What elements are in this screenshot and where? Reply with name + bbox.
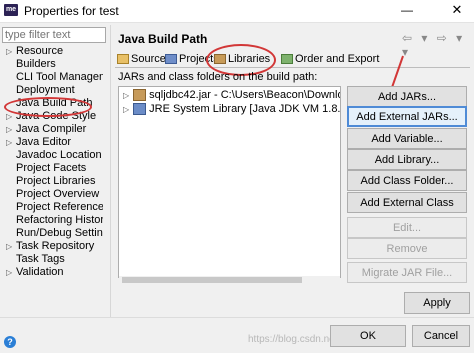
tree-horizontal-scrollbar[interactable]	[119, 276, 340, 284]
nav-item-label: Run/Debug Settings	[16, 227, 103, 239]
nav-item[interactable]: Task Tags	[6, 253, 103, 266]
title-bar: me Properties for test — ✕	[0, 0, 474, 23]
action-button[interactable]: Remove	[347, 238, 467, 259]
window-title: Properties for test	[24, 4, 119, 18]
nav-item-label: Project References	[16, 201, 103, 213]
nav-item-label: Project Libraries	[16, 175, 96, 187]
nav-item-label: Refactoring History	[16, 214, 103, 226]
nav-item-label: Project Overview	[16, 188, 100, 200]
app-icon: me	[4, 4, 18, 16]
library-icon	[133, 103, 147, 116]
nav-item[interactable]: ▷ Resource	[6, 45, 103, 58]
nav-item[interactable]: ▷ Validation	[6, 266, 103, 279]
action-button[interactable]: Add External Class Folder...	[347, 192, 467, 229]
nav-item[interactable]: ▷ Java Editor	[6, 136, 103, 149]
action-button[interactable]: Add JARs...	[347, 86, 467, 107]
apply-button[interactable]: Apply	[404, 292, 470, 314]
projects-icon	[165, 54, 177, 65]
nav-item-label: Deployment	[16, 84, 75, 96]
nav-item-label: Task Tags	[16, 253, 65, 265]
footer-divider	[0, 317, 474, 318]
action-button[interactable]: Add Library...	[347, 149, 467, 170]
tab-source-label: Source	[131, 53, 166, 65]
nav-item-label: Javadoc Location	[16, 149, 102, 161]
nav-item-label: Project Facets	[16, 162, 87, 174]
action-button[interactable]: Add External JARs...	[347, 106, 467, 127]
filter-input[interactable]	[2, 27, 106, 43]
nav-item[interactable]: Javadoc Location	[6, 149, 103, 162]
jar-icon	[133, 89, 147, 102]
expand-arrow-icon[interactable]: ▷	[6, 123, 12, 136]
nav-item-label: CLI Tool Manageme	[16, 71, 103, 83]
tab-order-export[interactable]: Order and Export	[281, 51, 379, 67]
tree-entry-label: JRE System Library [Java JDK VM 1.8.0_v1…	[149, 103, 341, 115]
expand-arrow-icon[interactable]: ▷	[123, 91, 129, 100]
nav-item[interactable]: ▷ Task Repository	[6, 240, 103, 253]
action-button[interactable]: Add Variable...	[347, 128, 467, 149]
tab-order-export-label: Order and Export	[295, 53, 380, 65]
nav-item-label: Task Repository	[16, 240, 95, 252]
tab-strip: Source Projects Libraries Order and Expo…	[115, 51, 471, 68]
build-path-label: JARs and class folders on the build path…	[118, 71, 318, 83]
nav-item[interactable]: Deployment	[6, 84, 103, 97]
nav-item[interactable]: Run/Debug Settings	[6, 227, 103, 240]
scrollbar-thumb[interactable]	[122, 277, 302, 283]
nav-item[interactable]: Builders	[6, 58, 103, 71]
expand-arrow-icon[interactable]: ▷	[6, 45, 12, 58]
build-path-tree[interactable]: ▷ sqljdbc42.jar - C:\Users\Beacon\Downloa…	[118, 86, 341, 278]
nav-item[interactable]: Refactoring History	[6, 214, 103, 227]
tree-entry-jre[interactable]: ▷ JRE System Library [Java JDK VM 1.8.0_v…	[123, 102, 341, 116]
nav-item[interactable]: Project Facets	[6, 162, 103, 175]
source-folder-icon	[117, 54, 129, 65]
nav-item-label: Java Editor	[16, 136, 72, 148]
nav-item[interactable]: CLI Tool Manageme	[6, 71, 103, 84]
tree-entry-label: sqljdbc42.jar - C:\Users\Beacon\Download…	[149, 89, 340, 101]
expand-arrow-icon[interactable]: ▷	[123, 105, 129, 114]
tree-entry-jar[interactable]: ▷ sqljdbc42.jar - C:\Users\Beacon\Downloa…	[123, 88, 340, 102]
close-button[interactable]: ✕	[441, 0, 473, 22]
expand-arrow-icon[interactable]: ▷	[6, 136, 12, 149]
expand-arrow-icon[interactable]: ▷	[6, 240, 12, 253]
ok-button[interactable]: OK	[330, 325, 406, 347]
order-export-icon	[281, 54, 293, 65]
tab-underline	[115, 67, 470, 68]
action-button[interactable]: Edit...	[347, 217, 467, 238]
preference-nav-tree: ▷ ResourceBuildersCLI Tool ManagemeDeploy…	[6, 45, 103, 315]
tab-source[interactable]: Source	[117, 51, 166, 67]
nav-item[interactable]: Project References	[6, 201, 103, 214]
pane-divider[interactable]	[110, 25, 111, 317]
minimize-button[interactable]: —	[393, 0, 421, 22]
nav-item-label: Builders	[16, 58, 56, 70]
action-button[interactable]: Migrate JAR File...	[347, 262, 467, 283]
nav-item-label: Java Compiler	[16, 123, 87, 135]
page-title: Java Build Path	[118, 32, 208, 46]
nav-item[interactable]: Project Overview	[6, 188, 103, 201]
help-icon[interactable]: ?	[4, 336, 16, 348]
annotation-ellipse-nav	[4, 97, 92, 117]
expand-arrow-icon[interactable]: ▷	[6, 266, 12, 279]
nav-item[interactable]: ▷ Java Compiler	[6, 123, 103, 136]
nav-item[interactable]: Project Libraries	[6, 175, 103, 188]
action-button[interactable]: Add Class Folder...	[347, 170, 467, 191]
nav-item-label: Validation	[16, 266, 64, 278]
nav-item-label: Resource	[16, 45, 64, 57]
cancel-button[interactable]: Cancel	[412, 325, 470, 347]
